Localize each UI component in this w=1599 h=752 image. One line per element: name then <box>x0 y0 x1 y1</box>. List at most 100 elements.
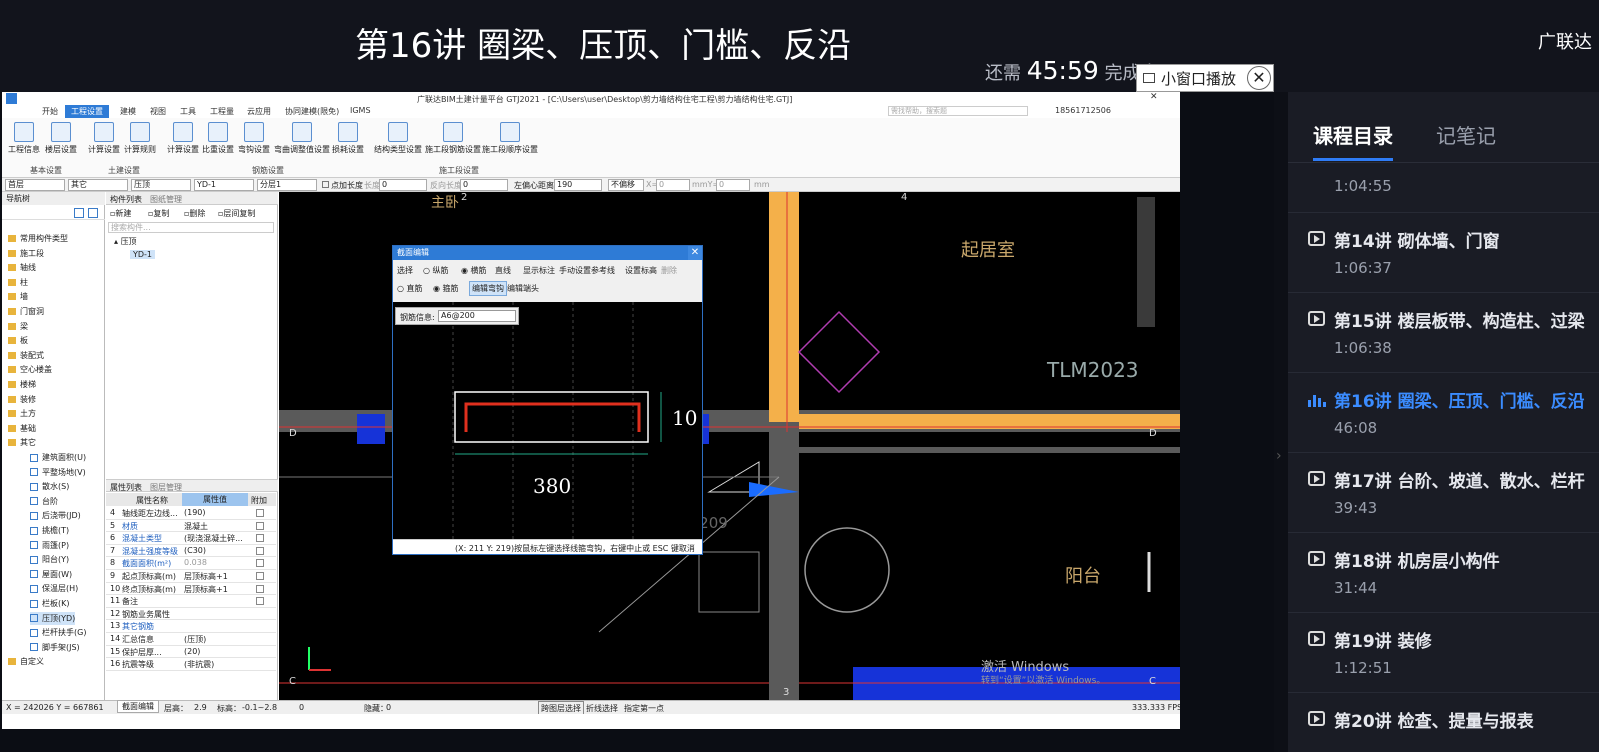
nav-sub-item[interactable]: 挑檐(T) <box>30 524 69 537</box>
extra-checkbox[interactable] <box>256 546 264 555</box>
hook-settings-button[interactable]: 弯钩设置 <box>238 122 270 155</box>
polyline-select-button[interactable]: 折线选择 <box>586 703 618 714</box>
nav-sub-item[interactable]: 平整场地(V) <box>30 466 86 479</box>
nav-item[interactable]: 板 <box>8 334 28 347</box>
nav-item[interactable]: 常用构件类型 <box>8 232 68 245</box>
dialog-select[interactable]: 选择 <box>397 265 413 276</box>
tab-course-catalog[interactable]: 课程目录 <box>1313 120 1393 149</box>
dialog-close-icon[interactable]: ✕ <box>688 246 702 260</box>
edit-end-button[interactable]: 编辑端头 <box>507 283 539 294</box>
loss-settings-button[interactable]: 损耗设置 <box>332 122 364 155</box>
bend-adjust-button[interactable]: 弯曲调整值设置 <box>274 122 330 155</box>
tab-project-settings[interactable]: 工程设置 <box>65 105 109 118</box>
nav-item[interactable]: 门窗洞 <box>8 305 44 318</box>
section-canvas[interactable]: 钢筋信息: A6@200 380 10 <box>393 302 702 539</box>
tab-notes[interactable]: 记笔记 <box>1436 120 1496 149</box>
property-value[interactable]: 0.038 <box>184 558 207 567</box>
nav-item[interactable]: 装修 <box>8 393 36 406</box>
extra-checkbox[interactable] <box>256 572 264 580</box>
nav-item-custom[interactable]: 自定义 <box>8 655 44 668</box>
hoop-radio[interactable]: ◉ 箍筋 <box>433 283 459 294</box>
tab-start[interactable]: 开始 <box>42 106 58 117</box>
extra-checkbox[interactable] <box>256 559 264 568</box>
sidebar-divider[interactable]: › <box>1274 92 1288 752</box>
extra-checkbox[interactable] <box>256 534 264 543</box>
tab-cloud[interactable]: 云应用 <box>247 106 271 117</box>
component-item-yd1[interactable]: YD-1 <box>130 250 156 259</box>
mini-window-button[interactable]: 小窗口播放 ✕ <box>1136 64 1274 92</box>
property-value[interactable]: (压顶) <box>184 634 206 645</box>
property-value[interactable]: (C30) <box>184 546 206 555</box>
tab-igms[interactable]: IGMS <box>350 106 371 115</box>
close-icon[interactable]: ✕ <box>1247 66 1271 90</box>
nav-item[interactable]: 梁 <box>8 320 28 333</box>
list-view-icon[interactable] <box>74 208 84 218</box>
course-item[interactable]: 第20讲 检查、提量与报表 <box>1288 693 1599 752</box>
property-value[interactable]: (190) <box>184 508 206 517</box>
property-value[interactable]: 混凝土 <box>184 521 208 532</box>
edit-hook-button[interactable]: 编辑弯钩 <box>469 281 507 296</box>
nav-sub-item[interactable]: 阳台(Y) <box>30 553 69 566</box>
set-label-button[interactable]: 设置标高 <box>625 265 657 276</box>
section-order-button[interactable]: 施工段顺序设置 <box>482 122 538 155</box>
floor-select[interactable]: 首层 <box>5 179 65 191</box>
component-search-input[interactable]: 搜索构件... <box>108 222 274 233</box>
nav-sub-item[interactable]: 保温层(H) <box>30 582 78 595</box>
view-toolbar[interactable] <box>1137 197 1155 327</box>
nav-item[interactable]: 基础 <box>8 422 36 435</box>
property-value[interactable]: (20) <box>184 647 200 656</box>
nav-item[interactable]: 墙 <box>8 290 28 303</box>
window-close-icon[interactable]: ✕ <box>1150 92 1158 102</box>
tab-properties[interactable]: 属性列表 <box>110 482 142 493</box>
nav-item[interactable]: 楼梯 <box>8 378 36 391</box>
tab-modeling[interactable]: 建模 <box>120 106 136 117</box>
offset-input[interactable]: 190 <box>554 179 602 191</box>
property-value[interactable]: 层顶标高+1 <box>184 571 228 582</box>
property-row[interactable]: 11 备注 <box>106 595 276 608</box>
nav-sub-item[interactable]: 散水(S) <box>30 480 69 493</box>
extra-checkbox[interactable] <box>256 509 264 517</box>
course-item[interactable]: 第14讲 砌体墙、门窗 1:06:37 <box>1288 213 1599 293</box>
floor-settings-button[interactable]: 楼层设置 <box>45 122 77 155</box>
nav-item[interactable]: 空心楼盖 <box>8 363 52 376</box>
y-input[interactable]: 0 <box>716 179 750 191</box>
course-item[interactable]: 第17讲 台阶、坡道、散水、栏杆 39:43 <box>1288 453 1599 533</box>
user-phone[interactable]: 18561712506 <box>1055 106 1111 115</box>
section-rebar-button[interactable]: 施工段钢筋设置 <box>425 122 481 155</box>
nav-sub-item[interactable]: 屋面(W) <box>30 568 72 581</box>
delete-button[interactable]: ▫删除 <box>184 208 205 219</box>
reverse-length-input[interactable]: 0 <box>460 179 508 191</box>
property-value[interactable]: 层顶标高+1 <box>184 584 228 595</box>
point-length-checkbox[interactable] <box>322 181 329 188</box>
nav-sub-item[interactable]: 压顶(YD) <box>30 611 76 625</box>
member-select[interactable]: YD-1 <box>194 179 254 191</box>
project-info-button[interactable]: 工程信息 <box>8 122 40 155</box>
nav-item[interactable]: 施工段 <box>8 247 44 260</box>
tab-view[interactable]: 视图 <box>150 106 166 117</box>
type-select[interactable]: 压顶 <box>131 179 191 191</box>
nav-sub-item[interactable]: 脚手架(JS) <box>30 641 80 654</box>
nav-sub-item[interactable]: 栏杆扶手(G) <box>30 626 86 639</box>
x-input[interactable]: 0 <box>656 179 690 191</box>
property-row[interactable]: 5 材质 混凝土 <box>106 520 276 533</box>
course-item[interactable]: 第18讲 机房层小构件 31:44 <box>1288 533 1599 613</box>
collapse-chevron-icon[interactable]: › <box>1276 448 1282 464</box>
tab-quantity[interactable]: 工程量 <box>210 106 234 117</box>
property-value[interactable]: (现浇混凝土碎... <box>184 533 243 544</box>
property-row[interactable]: 12 钢筋业务属性 <box>106 608 276 621</box>
calc-rules-button[interactable]: 计算规则 <box>124 122 156 155</box>
help-search-input[interactable]: 需找帮助，搜索题 <box>888 106 1028 116</box>
nav-item[interactable]: 土方 <box>8 407 36 420</box>
rebar-info-select[interactable]: A6@200 <box>438 310 516 322</box>
nav-sub-item[interactable]: 栏板(K) <box>30 597 70 610</box>
nav-item[interactable]: 轴线 <box>8 261 36 274</box>
manual-ref-dropdown[interactable]: 手动设置参考线 <box>559 265 615 276</box>
layer-copy-button[interactable]: ▫层间复制 <box>218 208 255 219</box>
straight-bar-radio[interactable]: ○ 直筋 <box>397 283 423 294</box>
new-button[interactable]: ▫新建 <box>110 208 131 219</box>
tab-drawing-manage[interactable]: 图纸管理 <box>150 194 182 205</box>
property-row[interactable]: 10 终点顶标高(m) 层顶标高+1 <box>106 583 276 596</box>
tab-collab[interactable]: 协同建模(限免) <box>285 106 339 117</box>
property-row[interactable]: 15 保护层厚... (20) <box>106 646 276 659</box>
course-item[interactable]: 第19讲 装修 1:12:51 <box>1288 613 1599 693</box>
